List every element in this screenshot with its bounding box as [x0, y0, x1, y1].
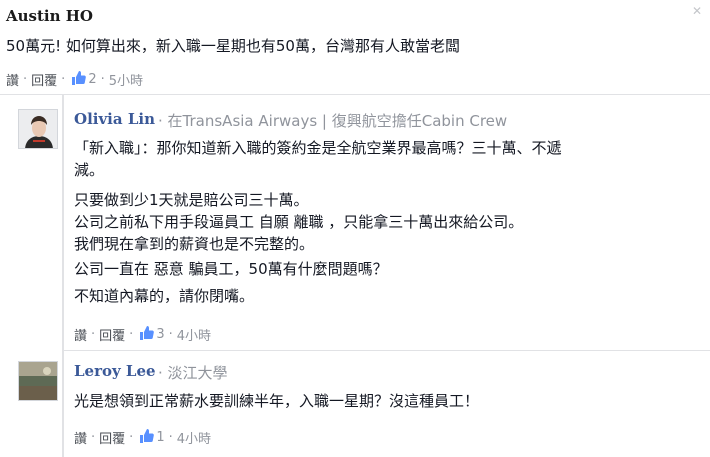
comment-text-line: 我們現在拿到的薪資也是不完整的。 — [74, 235, 315, 253]
avatar[interactable] — [18, 109, 58, 149]
comment-text-line: 公司一直在 惡意 騙員工，50萬有什麼問題嗎？ — [74, 260, 388, 278]
thread-divider — [0, 94, 710, 95]
comment-text-line: 不知道內幕的，請你閉嘴。 — [74, 287, 255, 305]
like-count: 2 — [88, 72, 97, 87]
like-link[interactable]: 讚 — [74, 428, 87, 447]
timestamp[interactable]: 4小時 — [177, 325, 211, 344]
author-affiliation: · 在TransAsia Airways | 復興航空擔任Cabin Crew — [158, 112, 508, 130]
comment-text-line: 「新入職」：那你知道新入職的簽約金是全航空業界最高嗎？三十萬、不遞 — [74, 139, 562, 157]
reply-link[interactable]: 回覆 — [31, 70, 57, 89]
comment-text-line: 50萬元! 如何算出來，新入職一星期也有50萬，台灣那有人敢當老闆 — [6, 37, 460, 55]
comment-text-line: 減。 — [74, 161, 105, 179]
close-icon[interactable]: ✕ — [692, 4, 702, 18]
avatar[interactable] — [18, 361, 58, 401]
like-count: 1 — [156, 430, 165, 445]
comment-actions: 讚 · 回覆 · 3 · 4小時 — [74, 325, 212, 344]
comment-author[interactable]: Austin HO — [6, 7, 93, 25]
like-link[interactable]: 讚 — [6, 70, 19, 89]
author-affiliation: · 淡江大學 — [158, 364, 228, 382]
timestamp[interactable]: 5小時 — [109, 70, 143, 89]
timestamp[interactable]: 4小時 — [177, 428, 211, 447]
comment-author[interactable]: Leroy Lee — [74, 362, 156, 380]
comment-actions: 讚 · 回覆 · 1 · 4小時 — [74, 428, 212, 447]
like-count: 3 — [156, 327, 165, 342]
thumbs-up-icon[interactable] — [71, 70, 87, 89]
comment-text-line: 公司之前私下用手段逼員工 自願 離職 ，只能拿三十萬出來給公司。 — [74, 213, 524, 231]
thumbs-up-icon[interactable] — [139, 325, 155, 344]
like-link[interactable]: 讚 — [74, 325, 87, 344]
thumbs-up-icon[interactable] — [139, 428, 155, 447]
comment-text-line: 光是想領到正常薪水要訓練半年，入職一星期？沒這種員工！ — [74, 392, 480, 410]
reply-link[interactable]: 回覆 — [99, 325, 125, 344]
comment-actions: 讚 · 回覆 · 2 · 5小時 — [6, 70, 144, 89]
comment-author[interactable]: Olivia Lin — [74, 110, 155, 128]
comment-text-line: 只要做到少1天就是賠公司三十萬。 — [74, 191, 309, 209]
reply-thread-line — [62, 95, 64, 457]
reply-divider — [62, 350, 710, 351]
reply-link[interactable]: 回覆 — [99, 428, 125, 447]
